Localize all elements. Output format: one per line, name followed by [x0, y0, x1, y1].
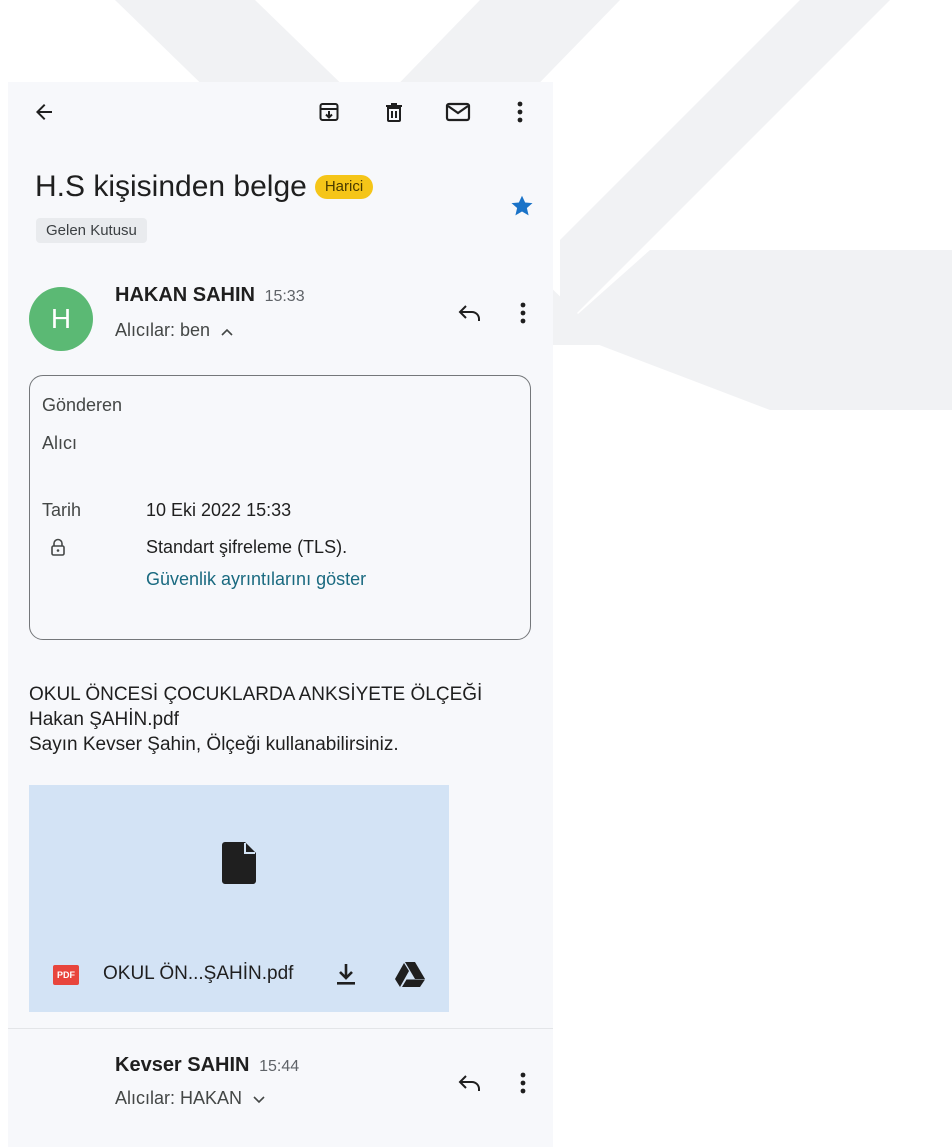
message-details-box: Gönderen Alıcı Tarih 10 Eki 2022 15:33 S… [29, 375, 531, 640]
message-time: 15:33 [264, 288, 305, 305]
avatar[interactable]: H [29, 287, 93, 351]
recipients-toggle-2[interactable]: Alıcılar: HAKAN [115, 1088, 265, 1109]
sender-name: HAKAN SAHIN [115, 284, 255, 306]
message-more-button[interactable] [508, 297, 538, 329]
archive-icon [319, 103, 339, 121]
more-options-button[interactable] [504, 96, 536, 128]
email-subject: H.S kişisinden belge Harici [35, 170, 374, 204]
recipients-text-2: Alıcılar: HAKAN [115, 1088, 243, 1108]
mail-icon [445, 102, 471, 122]
label-chip-inbox[interactable]: Gelen Kutusu [36, 218, 147, 243]
more-vert-icon [520, 302, 526, 324]
google-drive-icon [395, 962, 425, 987]
download-button[interactable] [331, 959, 361, 989]
reply-icon [458, 1075, 480, 1091]
more-vert-icon [520, 1072, 526, 1094]
mark-unread-button[interactable] [442, 96, 474, 128]
sender-name-2: Kevser SAHIN [115, 1054, 250, 1076]
date-label: Tarih [42, 500, 82, 520]
attachment-filename: OKUL ÖN...ŞAHİN.pdf [103, 963, 294, 984]
reply-button-2[interactable] [454, 1067, 486, 1099]
date-value: 10 Eki 2022 15:33 [146, 500, 292, 520]
delete-button[interactable] [378, 96, 410, 128]
recipients-text: Alıcılar: ben [115, 320, 211, 340]
sender-line-2: Kevser SAHIN 15:44 [115, 1054, 299, 1077]
message-more-button-2[interactable] [508, 1067, 538, 1099]
body-line-2: Hakan ŞAHİN.pdf [29, 709, 179, 730]
back-button[interactable] [28, 96, 60, 128]
reply-icon [458, 305, 480, 321]
trash-icon [386, 103, 402, 122]
recipients-toggle[interactable]: Alıcılar: ben [115, 320, 233, 341]
reply-button[interactable] [454, 297, 486, 329]
body-line-1: OKUL ÖNCESİ ÇOCUKLARDA ANKSİYETE ÖLÇEĞİ [29, 684, 483, 705]
arrow-left-icon [36, 104, 52, 120]
message-time-2: 15:44 [259, 1058, 300, 1075]
body-line-3: Sayın Kevser Şahin, Ölçeği kullanabilirs… [29, 734, 399, 755]
email-screen: H.S kişisinden belge Harici Gelen Kutusu… [8, 82, 553, 1147]
file-icon [222, 842, 256, 889]
from-label: Gönderen [42, 395, 123, 415]
star-button[interactable] [506, 190, 538, 222]
encryption-text: Standart şifreleme (TLS). [146, 537, 348, 557]
security-details-link[interactable]: Güvenlik ayrıntılarını göster [146, 569, 366, 590]
star-icon [511, 195, 533, 216]
to-label: Alıcı [42, 433, 78, 453]
lock-icon [50, 538, 66, 561]
download-icon [337, 964, 355, 985]
chevron-down-icon [253, 1091, 265, 1107]
archive-button[interactable] [313, 96, 345, 128]
message-divider [8, 1028, 553, 1029]
external-badge: Harici [314, 175, 374, 199]
message-body: OKUL ÖNCESİ ÇOCUKLARDA ANKSİYETE ÖLÇEĞİ … [29, 682, 544, 757]
sender-line: HAKAN SAHIN 15:33 [115, 284, 305, 307]
attachment-card[interactable]: PDF OKUL ÖN...ŞAHİN.pdf [29, 785, 449, 1012]
more-vert-icon [517, 101, 523, 123]
subject-title: H.S kişisinden belge [35, 170, 307, 203]
chevron-up-icon [221, 323, 233, 339]
save-to-drive-button[interactable] [393, 959, 427, 989]
pdf-icon: PDF [53, 965, 79, 985]
